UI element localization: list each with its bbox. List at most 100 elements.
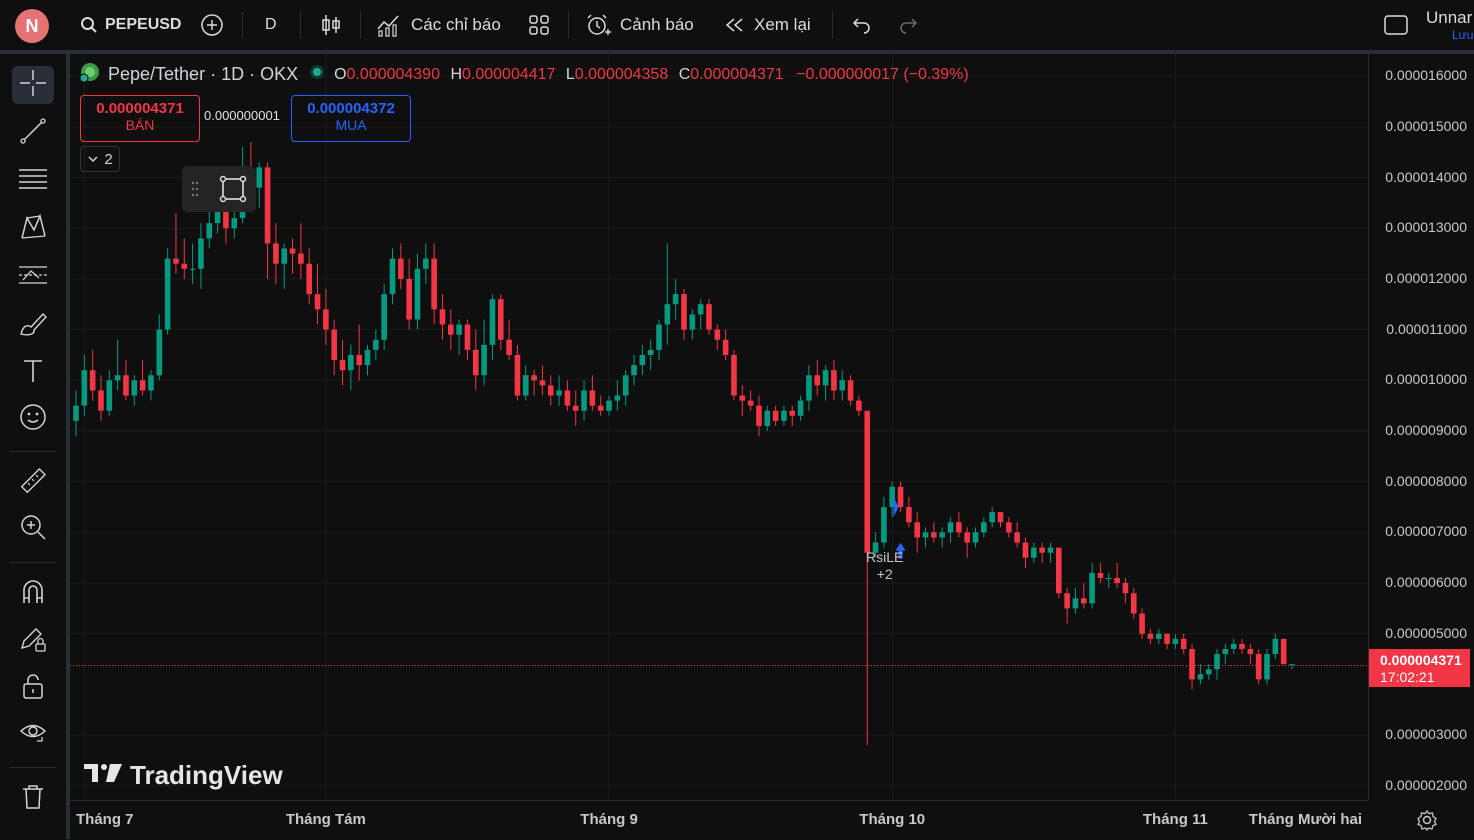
bar-countdown: 17:02:21 [1380,669,1435,685]
alerts-button[interactable]: Cảnh báo [585,0,694,50]
sell-price: 0.000004371 [96,100,184,117]
interval-button[interactable]: D [265,0,277,50]
candle-body [789,410,796,416]
candle-body [148,375,154,391]
crosshair-icon [18,68,48,103]
text-tool[interactable] [12,354,54,392]
pattern-icon [18,212,48,247]
price-axis[interactable]: 0.000016000 0.000015000 0.000014000 0.00001… [1368,54,1474,800]
candle-body [1014,532,1020,543]
candle-body [814,375,821,386]
candle-body [1264,654,1270,680]
symbol-search[interactable]: PEPEUSD [80,0,181,50]
current-price-label: 0.000004371 17:02:21 [1369,649,1470,687]
candle-body [806,375,812,401]
magnet-tool[interactable] [12,575,54,613]
brush-tool[interactable] [12,306,54,344]
close-key: C [678,65,691,83]
candle-body [289,248,296,254]
trendline-icon [18,116,48,151]
candle-body [173,258,179,264]
chart-type-button[interactable] [320,0,342,50]
collapse-indicators-button[interactable]: 2 [80,146,120,172]
buy-button[interactable]: 0.000004372 MUA [291,95,411,142]
candle-body [714,329,721,340]
layout-button[interactable] [1384,0,1408,50]
candle-body [314,294,321,310]
layout-name[interactable]: Unnar Lưu [1426,8,1474,42]
horizontal-lines-icon [17,164,49,199]
time-axis-label: Tháng 7 [76,811,134,828]
rsi-signal-label[interactable]: RsiLE +2 [866,549,903,583]
lock-drawing-tool[interactable] [12,622,54,660]
candle-body [447,324,454,335]
candle-body [1214,654,1220,670]
crosshair-tool[interactable] [12,66,54,104]
visibility-tool[interactable] [12,715,54,753]
pattern-tool[interactable] [12,210,54,248]
candles-icon [320,13,342,37]
replay-button[interactable]: Xem lại [724,0,811,50]
candle-body [81,370,88,406]
candle-body [114,375,121,381]
candle-body [822,370,829,386]
candlestick-chart[interactable] [70,54,1451,800]
candle-body [489,299,496,345]
user-avatar[interactable]: N [15,9,49,43]
candle-body [381,294,387,340]
legend-title[interactable]: Pepe/Tether · 1D · OKX [108,64,298,85]
divider [832,12,833,38]
candle-body [389,258,396,295]
emoji-tool[interactable] [12,400,54,438]
compare-add-button[interactable] [200,0,224,50]
candle-body [514,354,521,396]
time-axis[interactable]: Tháng 7 Tháng Tám Tháng 9 Tháng 10 Tháng 11 T… [70,800,1437,840]
candle-body [922,532,929,538]
candle-body [206,223,213,239]
candle-body [797,400,804,416]
chart-pane[interactable] [70,54,1451,800]
time-axis-label: Tháng 10 [859,811,926,828]
candle-body [356,354,362,366]
fib-tool[interactable] [12,162,54,200]
sell-button[interactable]: 0.000004371 BÁN [80,95,200,142]
zoom-tool[interactable] [12,510,54,548]
measure-tool[interactable] [12,464,54,502]
candle-body [323,309,329,330]
candle-body [414,268,421,320]
lock-all-tool[interactable] [12,669,54,707]
candle-body [1006,522,1012,533]
rectangle-select-icon[interactable] [218,174,248,209]
pepe-coin-icon [79,62,100,87]
forecast-tool[interactable] [12,258,54,296]
candle-body [739,395,746,401]
drag-handle-icon[interactable] [190,180,200,203]
text-icon [20,357,46,390]
candle-body [997,512,1004,523]
indicators-button[interactable]: Các chỉ báo [376,0,501,50]
candle-body [1105,578,1112,580]
price-tick-label: 0.000010000 [1385,371,1467,388]
candle-body [506,339,512,355]
candle-body [1147,633,1154,639]
candle-body [89,370,96,391]
magnet-icon [19,577,47,612]
candle-body [1097,572,1104,579]
templates-button[interactable] [528,0,550,50]
candle-body [306,263,313,295]
settings-gear-icon[interactable] [1416,809,1438,836]
undo-button[interactable] [850,0,872,50]
candle-body [531,375,537,381]
candle-body [364,349,371,366]
candle-body [98,390,104,411]
delete-tool[interactable] [12,780,54,818]
price-tick-label: 0.000006000 [1385,574,1467,591]
low-key: L [565,65,575,83]
floating-toolbar[interactable] [182,166,256,212]
price-tick-label: 0.000002000 [1385,776,1467,793]
candle-body [156,329,163,376]
redo-button[interactable] [898,0,920,50]
candle-body [1114,578,1120,584]
price-tick-label: 0.000013000 [1385,219,1467,236]
trendline-tool[interactable] [12,114,54,152]
